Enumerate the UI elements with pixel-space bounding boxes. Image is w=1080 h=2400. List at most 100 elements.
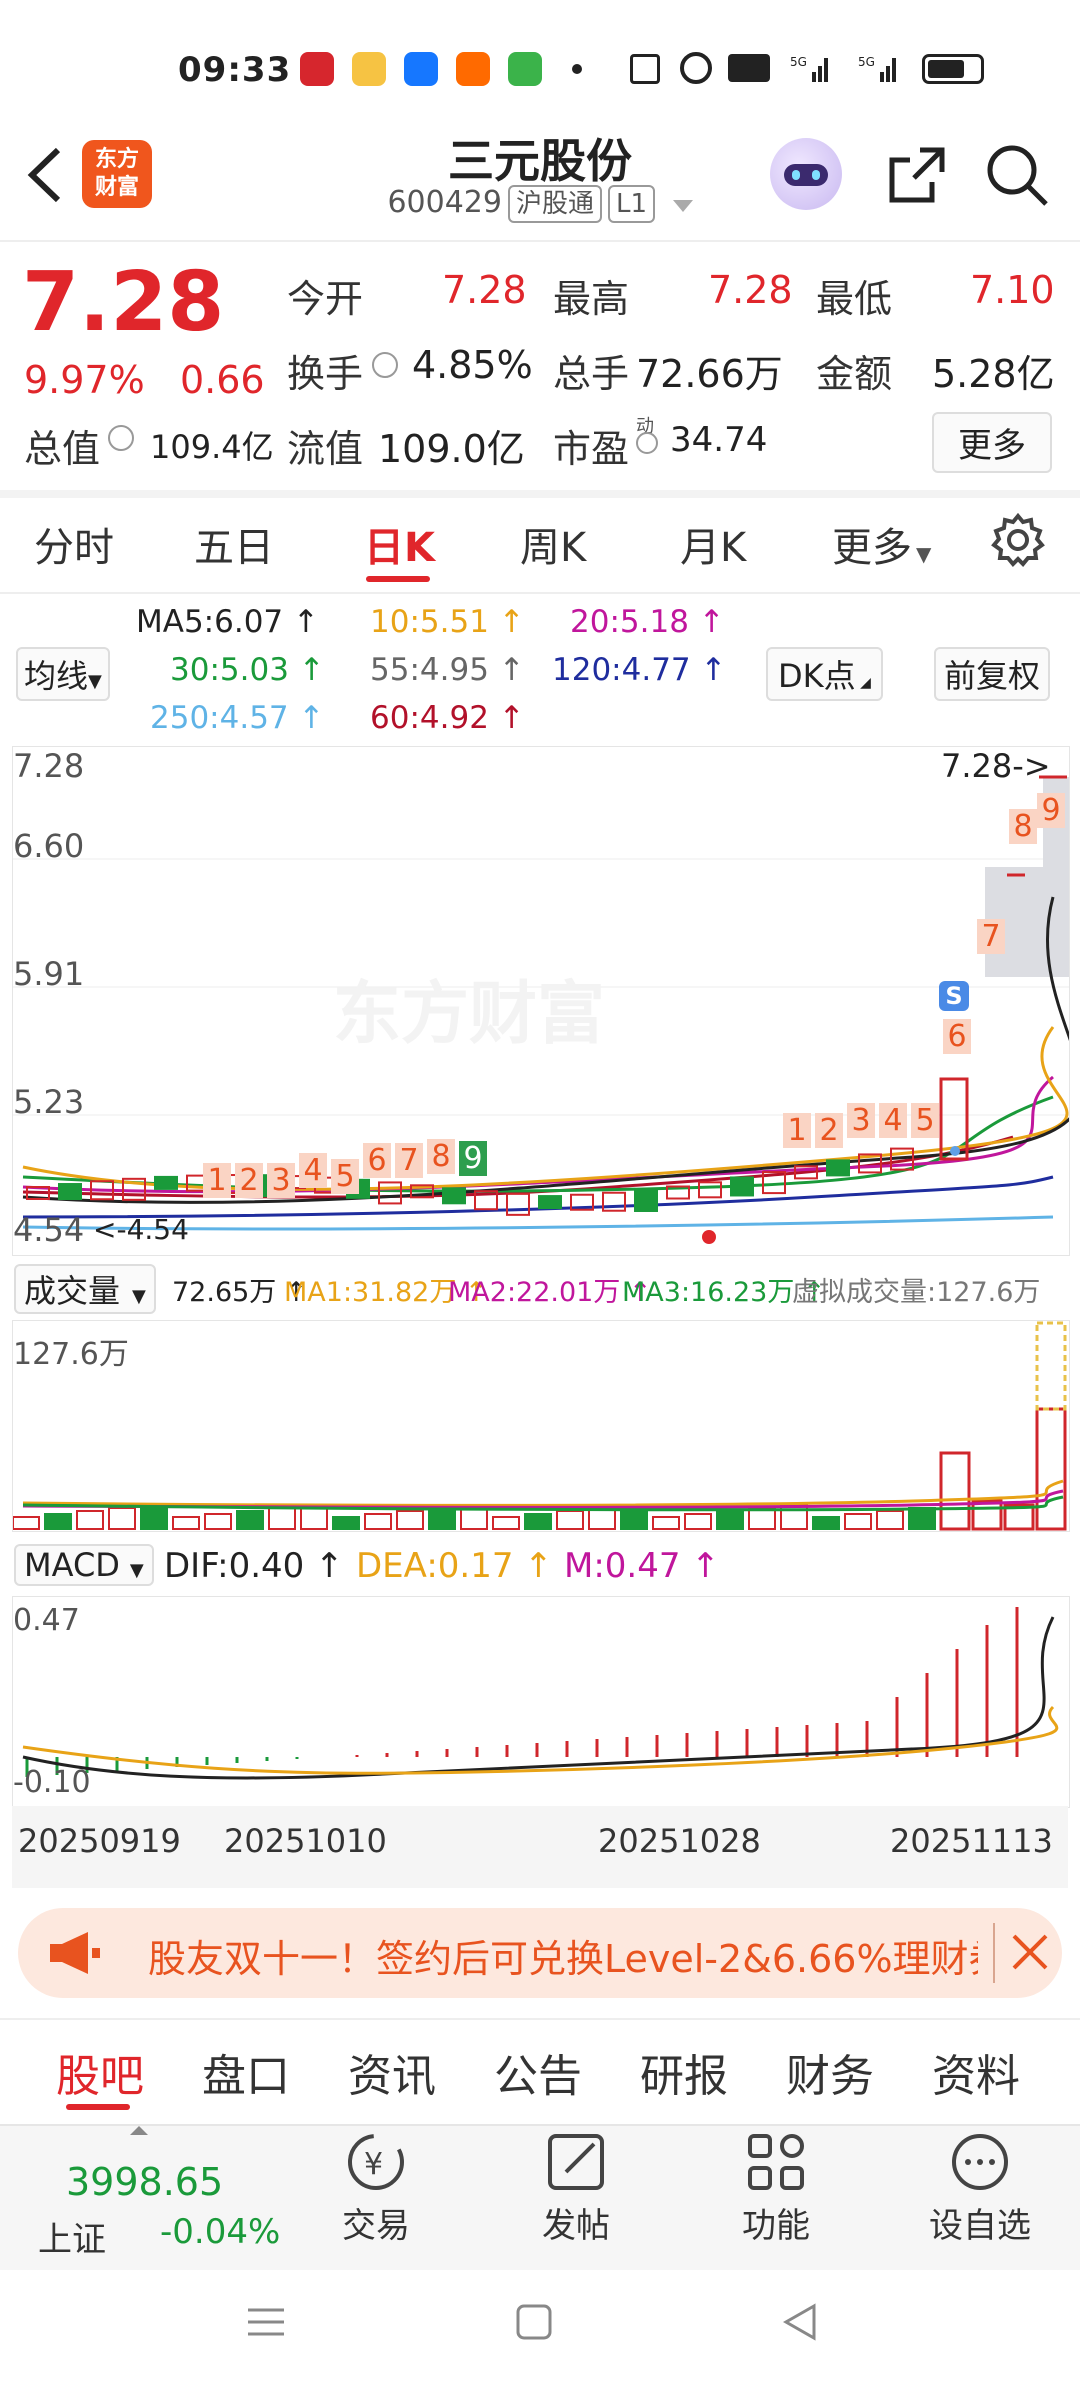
- volume-bar: [140, 1504, 168, 1530]
- tab-daily-k[interactable]: 日K: [364, 515, 435, 573]
- tab-guba[interactable]: 股吧: [56, 2040, 144, 2104]
- svg-text:5G: 5G: [790, 55, 807, 69]
- tab-weekly-k[interactable]: 周K: [520, 515, 586, 573]
- index-name[interactable]: 上证: [38, 2212, 106, 2261]
- open-value: 7.28: [442, 268, 527, 312]
- status-time: 09:33: [178, 50, 292, 90]
- ai-assistant-icon[interactable]: [770, 138, 842, 210]
- ma-selector-label: 均线: [24, 657, 89, 695]
- search-icon[interactable]: [982, 140, 1052, 214]
- seq-count-label: 2: [815, 1113, 843, 1148]
- open-label: 今开: [287, 277, 364, 321]
- promo-banner[interactable]: 股友双十一！签约后可兑换Level-2&6.66%理财券: [18, 1908, 1062, 1998]
- post-button[interactable]: 发帖: [506, 2130, 646, 2247]
- volume-bar: [1035, 1407, 1067, 1531]
- index-value[interactable]: 3998.65: [66, 2160, 223, 2204]
- seq-count-label: 2: [235, 1163, 263, 1198]
- seq-count-label: 6: [363, 1143, 391, 1178]
- tabs-divider: [0, 592, 1080, 594]
- tab-more[interactable]: 更多 ▼: [832, 515, 931, 573]
- volume-ma1-line: [22, 1479, 1064, 1507]
- tab-finance[interactable]: 财务: [786, 2040, 874, 2104]
- home-nav-icon[interactable]: [512, 2300, 556, 2348]
- kline-chart[interactable]: 东方财富 7.28 6.60 5.91 5.23 4.54 <-4.54 7.2…: [12, 746, 1070, 1256]
- volume-selector-label: 成交量: [24, 1272, 121, 1310]
- functions-button[interactable]: 功能: [706, 2130, 846, 2247]
- more-quote-button[interactable]: 更多: [932, 412, 1052, 473]
- ma55-text: 55:4.95: [370, 652, 489, 688]
- macd-chart[interactable]: 0.47 -0.10: [12, 1596, 1070, 1808]
- volume-chart[interactable]: 127.6万: [12, 1320, 1070, 1532]
- info-icon[interactable]: [372, 352, 398, 378]
- dropdown-icon[interactable]: [672, 200, 693, 212]
- edit-icon: [548, 2134, 604, 2190]
- tab-profile[interactable]: 资料: [932, 2040, 1020, 2104]
- ma20-text: 20:5.18: [570, 604, 689, 640]
- caret-down-icon: ▼: [132, 1286, 146, 1307]
- seq-count-label: 4: [299, 1153, 327, 1188]
- expand-icon[interactable]: [130, 2126, 148, 2135]
- date-label: 20251010: [224, 1822, 387, 1860]
- y-label-top: 7.28: [13, 747, 85, 785]
- volume-bar: [844, 1513, 872, 1530]
- hd-icon: [728, 54, 770, 82]
- date-axis: 20250919 20251010 20251028 20251113: [12, 1806, 1068, 1888]
- corner-icon: ◢: [855, 675, 871, 691]
- tab-five-day[interactable]: 五日: [194, 515, 274, 573]
- share-icon[interactable]: [882, 140, 952, 214]
- tab-intraday[interactable]: 分时: [34, 515, 114, 573]
- tab-news[interactable]: 资讯: [348, 2040, 436, 2104]
- volume-bar: [971, 1499, 1003, 1531]
- post-label: 发帖: [542, 2206, 610, 2246]
- weibo-icon: [352, 52, 386, 86]
- section-divider: [0, 490, 1080, 498]
- volume-bar: [908, 1507, 936, 1530]
- low-value: 7.10: [970, 268, 1055, 312]
- tab-pankou[interactable]: 盘口: [202, 2040, 290, 2104]
- close-icon[interactable]: [1006, 1928, 1054, 1980]
- index-change[interactable]: -0.04%: [160, 2212, 280, 2252]
- amount-value: 5.28亿: [932, 352, 1055, 396]
- seq-count-label: 6: [943, 1019, 971, 1054]
- menu-nav-icon[interactable]: [244, 2300, 288, 2348]
- tab-monthly-k[interactable]: 月K: [680, 515, 746, 573]
- info-icon[interactable]: [636, 432, 658, 454]
- sell-signal-marker[interactable]: S: [939, 981, 969, 1011]
- macd-selector[interactable]: MACD ▼: [14, 1544, 154, 1586]
- back-nav-icon[interactable]: [778, 2300, 822, 2348]
- caret-down-icon: ▼: [129, 1560, 144, 1581]
- functions-label: 功能: [742, 2206, 810, 2246]
- low-label: 最低: [816, 277, 893, 321]
- ma-selector[interactable]: 均线▼: [16, 647, 110, 701]
- candle: [154, 1175, 178, 1190]
- date-label: 20251028: [598, 1822, 761, 1860]
- candle: [538, 1195, 562, 1210]
- volume-value: 72.66万: [636, 352, 783, 396]
- adjust-button[interactable]: 前复权: [934, 647, 1051, 701]
- seq-count-label: 4: [879, 1103, 907, 1138]
- trade-button[interactable]: ¥ 交易: [306, 2130, 446, 2247]
- grid-icon: [748, 2134, 804, 2190]
- volume-selector[interactable]: 成交量 ▼: [14, 1264, 156, 1314]
- candle: [58, 1183, 82, 1201]
- high-value: 7.28: [708, 268, 793, 312]
- virtual-volume-bar: [1035, 1321, 1067, 1411]
- tab-announcements[interactable]: 公告: [494, 2040, 582, 2104]
- ma55-value: 55:4.95 ↑: [370, 652, 525, 688]
- info-icon[interactable]: [108, 425, 134, 451]
- tab-research[interactable]: 研报: [640, 2040, 728, 2104]
- taobao-icon: [456, 52, 490, 86]
- add-watchlist-button[interactable]: 设自选: [910, 2130, 1050, 2247]
- seq-count-label: 9: [459, 1141, 487, 1176]
- volume-ma3-text: MA3:16.23万: [622, 1277, 795, 1308]
- seq-count-label: 1: [203, 1163, 231, 1198]
- dot-icon: [572, 64, 582, 74]
- candle: [442, 1187, 466, 1205]
- volume-bar: [524, 1513, 552, 1530]
- svg-text:5G: 5G: [858, 55, 875, 69]
- seq-count-label: 7: [977, 919, 1005, 954]
- gear-icon[interactable]: [990, 512, 1046, 572]
- dk-point-button[interactable]: DK点 ◢: [766, 647, 883, 701]
- seq-count-label: 3: [847, 1103, 875, 1138]
- macd-dea: DEA:0.17 ↑: [356, 1546, 553, 1586]
